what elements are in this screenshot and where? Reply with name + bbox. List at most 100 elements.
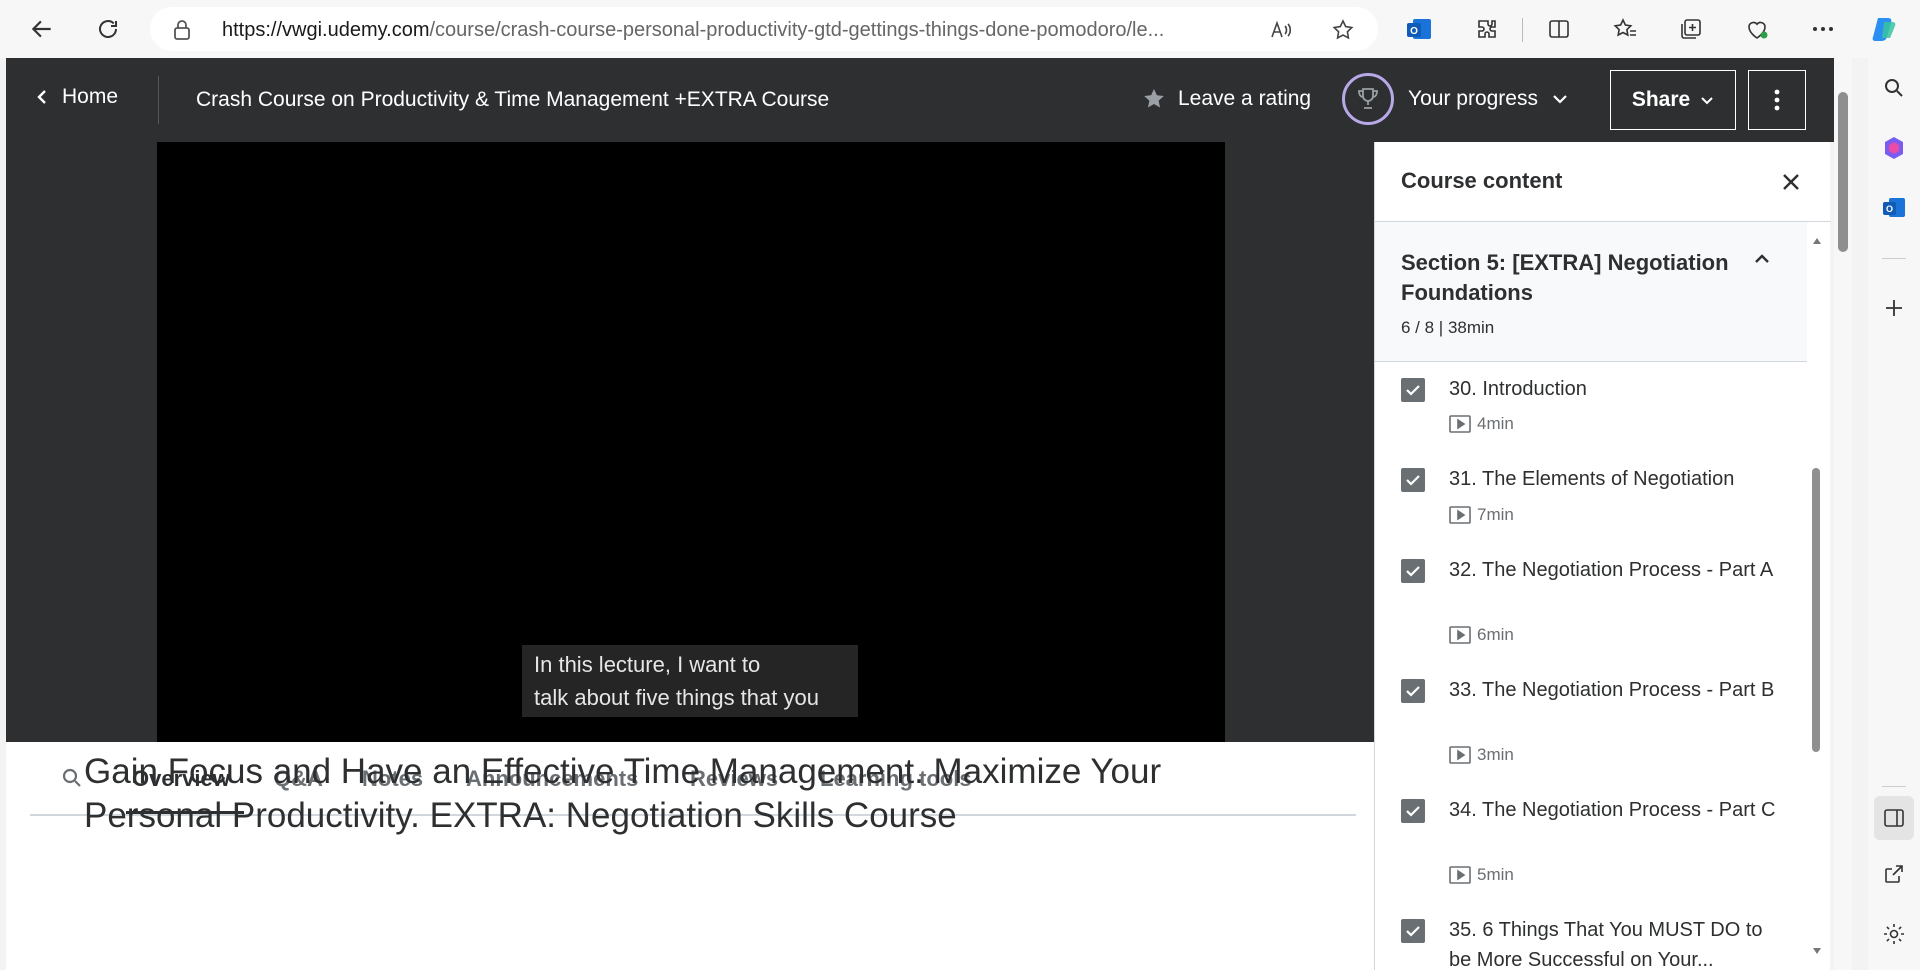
caption-line-2: talk about five things that you bbox=[534, 685, 819, 710]
duration-text: 3min bbox=[1477, 745, 1514, 764]
video-icon bbox=[1449, 506, 1471, 524]
completed-checkbox[interactable] bbox=[1401, 799, 1425, 823]
close-panel-button[interactable] bbox=[1775, 166, 1807, 198]
progress-dropdown[interactable]: Your progress bbox=[1342, 73, 1568, 125]
favorite-star-icon[interactable] bbox=[1330, 17, 1356, 43]
video-icon bbox=[1449, 746, 1471, 764]
search-tab[interactable] bbox=[60, 766, 84, 795]
lock-icon[interactable] bbox=[172, 19, 192, 46]
split-screen-icon[interactable] bbox=[1542, 12, 1576, 46]
completed-checkbox[interactable] bbox=[1401, 468, 1425, 492]
outlook-sidebar-icon[interactable]: O bbox=[1878, 192, 1910, 224]
completed-checkbox[interactable] bbox=[1401, 679, 1425, 703]
completed-checkbox[interactable] bbox=[1401, 919, 1425, 943]
url-text[interactable]: https://vwgi.udemy.com/course/crash-cour… bbox=[222, 19, 1242, 42]
sidebar-divider-bottom bbox=[1882, 786, 1906, 787]
lecture-item[interactable]: 31. The Elements of Negotiation 7min bbox=[1375, 464, 1807, 554]
collections-icon[interactable] bbox=[1674, 12, 1708, 46]
lecture-item[interactable]: 34. The Negotiation Process - Part C 5mi… bbox=[1375, 795, 1807, 915]
chevron-up-icon bbox=[1753, 252, 1771, 270]
svg-text:O: O bbox=[1410, 26, 1418, 37]
video-icon bbox=[1449, 866, 1471, 884]
completed-checkbox[interactable] bbox=[1401, 378, 1425, 402]
lecture-item[interactable]: 32. The Negotiation Process - Part A 6mi… bbox=[1375, 555, 1807, 675]
course-content-scrollbar-thumb[interactable] bbox=[1812, 468, 1820, 752]
lecture-title: 32. The Negotiation Process - Part A bbox=[1449, 559, 1774, 581]
video-icon bbox=[1449, 415, 1471, 433]
caption-line-1: In this lecture, I want to bbox=[534, 652, 761, 677]
chevron-down-icon bbox=[1553, 95, 1567, 104]
favorites-icon[interactable] bbox=[1608, 12, 1642, 46]
search-icon[interactable] bbox=[1878, 72, 1910, 104]
share-label: Share bbox=[1631, 88, 1691, 111]
more-actions-button[interactable] bbox=[1748, 70, 1806, 130]
course-content-panel: Course content Section 5: [EXTRA] Negoti… bbox=[1374, 142, 1831, 970]
hide-sidebar-icon[interactable] bbox=[1874, 796, 1914, 840]
lecture-duration: 3min bbox=[1449, 745, 1514, 765]
sidebar-divider bbox=[1882, 258, 1906, 259]
course-content-header: Course content bbox=[1375, 142, 1831, 222]
share-button[interactable]: Share bbox=[1610, 70, 1736, 130]
course-title[interactable]: Crash Course on Productivity & Time Mana… bbox=[196, 88, 829, 112]
browser-essentials-icon[interactable] bbox=[1740, 12, 1774, 46]
lecture-title: 30. Introduction bbox=[1449, 378, 1587, 400]
checkmark-icon bbox=[1406, 385, 1420, 396]
home-label: Home bbox=[62, 85, 119, 108]
lecture-duration: 7min bbox=[1449, 505, 1514, 525]
duration-text: 6min bbox=[1477, 625, 1514, 644]
duration-text: 5min bbox=[1477, 865, 1514, 884]
checkmark-icon bbox=[1406, 686, 1420, 697]
checkmark-icon bbox=[1406, 806, 1420, 817]
progress-label: Your progress bbox=[1408, 87, 1538, 110]
copilot-icon[interactable] bbox=[1868, 12, 1902, 46]
extensions-puzzle-icon[interactable] bbox=[1470, 12, 1504, 46]
browser-toolbar: https://vwgi.udemy.com/course/crash-cour… bbox=[0, 0, 1920, 58]
vertical-dots-icon bbox=[1774, 89, 1780, 111]
lecture-title: 35. 6 Things That You MUST DO to be More… bbox=[1449, 919, 1763, 970]
leave-rating-button[interactable]: Leave a rating bbox=[1142, 87, 1311, 111]
main-content: In this lecture, I want to talk about fi… bbox=[6, 142, 1374, 970]
scroll-down-arrow-icon[interactable] bbox=[1812, 942, 1822, 954]
lecture-title: 34. The Negotiation Process - Part C bbox=[1449, 799, 1776, 821]
lecture-duration: 4min bbox=[1449, 414, 1514, 434]
add-icon[interactable] bbox=[1878, 292, 1910, 324]
page-scrollbar-thumb[interactable] bbox=[1838, 92, 1848, 252]
address-bar[interactable]: https://vwgi.udemy.com/course/crash-cour… bbox=[150, 7, 1378, 51]
search-icon bbox=[62, 768, 81, 787]
lecture-duration: 6min bbox=[1449, 625, 1514, 645]
back-arrow-icon[interactable] bbox=[22, 9, 62, 49]
lecture-duration: 5min bbox=[1449, 865, 1514, 885]
checkmark-icon bbox=[1406, 566, 1420, 577]
copilot-sidebar-icon[interactable] bbox=[1878, 132, 1910, 164]
home-link[interactable]: Home bbox=[36, 85, 118, 109]
lecture-item[interactable]: 30. Introduction 4min bbox=[1375, 374, 1807, 464]
chevron-down-icon bbox=[1701, 96, 1713, 104]
lecture-item[interactable]: 33. The Negotiation Process - Part B 3mi… bbox=[1375, 675, 1807, 795]
read-aloud-icon[interactable] bbox=[1268, 17, 1294, 43]
progress-ring bbox=[1342, 73, 1394, 125]
toolbar-divider bbox=[1522, 18, 1523, 42]
settings-gear-icon[interactable] bbox=[1878, 918, 1910, 950]
section-header[interactable]: Section 5: [EXTRA] Negotiation Foundatio… bbox=[1375, 222, 1807, 362]
close-icon bbox=[1783, 174, 1799, 190]
video-icon bbox=[1449, 626, 1471, 644]
more-options-icon[interactable] bbox=[1806, 12, 1840, 46]
refresh-icon[interactable] bbox=[88, 9, 128, 49]
course-content-title: Course content bbox=[1401, 168, 1563, 193]
lecture-title: 31. The Elements of Negotiation bbox=[1449, 468, 1735, 490]
lecture-item[interactable]: 35. 6 Things That You MUST DO to be More… bbox=[1375, 915, 1807, 970]
overview-heading: Gain Focus and Have an Effective Time Ma… bbox=[84, 752, 1162, 835]
outlook-extension-icon[interactable]: O bbox=[1402, 12, 1436, 46]
trophy-icon bbox=[1358, 88, 1378, 109]
svg-text:O: O bbox=[1886, 204, 1893, 214]
video-caption: In this lecture, I want to talk about fi… bbox=[522, 645, 858, 717]
completed-checkbox[interactable] bbox=[1401, 559, 1425, 583]
scroll-up-arrow-icon[interactable] bbox=[1812, 232, 1821, 244]
url-domain: https://vwgi.udemy.com bbox=[222, 19, 430, 41]
star-icon bbox=[1144, 89, 1164, 108]
checkmark-icon bbox=[1406, 475, 1420, 486]
header-divider bbox=[158, 76, 159, 124]
chevron-left-icon bbox=[37, 90, 46, 104]
open-external-icon[interactable] bbox=[1878, 858, 1910, 890]
browser-sidebar: O bbox=[1868, 58, 1920, 970]
